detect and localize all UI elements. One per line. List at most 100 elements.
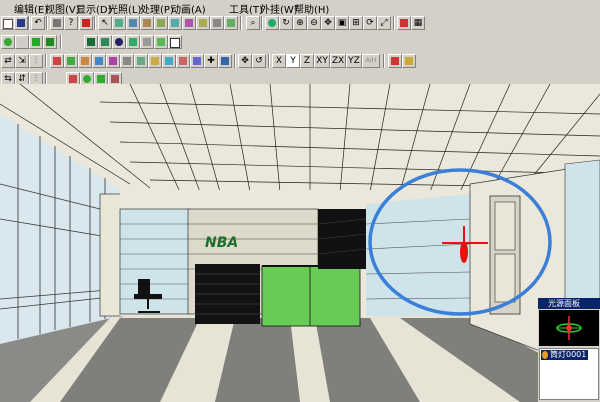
axis-z-button[interactable]: Z	[300, 54, 314, 68]
toolbar-separator	[60, 35, 62, 49]
adjust-light-icon[interactable]	[218, 54, 232, 68]
grey-box-icon[interactable]	[140, 35, 154, 49]
frame-icon[interactable]	[168, 35, 182, 49]
far-right-window	[564, 159, 600, 315]
light-item-label: 筒灯0001	[550, 350, 587, 359]
toolbar-separator	[268, 54, 270, 68]
orbit-icon[interactable]: ↻	[279, 16, 293, 30]
new-file-icon[interactable]	[1, 16, 15, 30]
zoom-window-icon[interactable]: ▣	[335, 16, 349, 30]
camera-icon[interactable]	[397, 16, 411, 30]
menu-tools[interactable]: 工具(T)	[229, 1, 263, 16]
toolbar-objects	[84, 34, 204, 50]
light-panel-title: 光源面板	[538, 298, 600, 309]
help-icon[interactable]: ?	[64, 16, 78, 30]
object-tool-7-icon[interactable]	[196, 16, 210, 30]
menu-plugins[interactable]: 外挂(W)	[260, 1, 298, 16]
add-light-icon[interactable]: ✚	[204, 54, 218, 68]
edit-tool-8-icon[interactable]	[148, 54, 162, 68]
zoom-in-icon[interactable]: ⊕	[293, 16, 307, 30]
edit-tool-2-icon[interactable]	[64, 54, 78, 68]
split-icon[interactable]: ⫶	[29, 54, 43, 68]
axis-y-button[interactable]: Y	[286, 54, 300, 68]
axis-xy-button[interactable]: XY	[314, 54, 330, 68]
light-preview	[539, 310, 599, 346]
edit-tool-6-icon[interactable]	[120, 54, 134, 68]
light-list[interactable]: 筒灯0001	[539, 348, 599, 400]
window-icon[interactable]: ▦	[411, 16, 425, 30]
light-preview-graphic	[556, 316, 582, 340]
zoom-extents-icon[interactable]: ⊞	[349, 16, 363, 30]
toolbar-separator	[94, 16, 96, 30]
edit-tool-1-icon[interactable]	[50, 54, 64, 68]
eye-icon[interactable]	[265, 16, 279, 30]
print-icon[interactable]	[50, 16, 64, 30]
zoom-icon[interactable]: ⌕	[246, 16, 260, 30]
edit-tool-3-icon[interactable]	[78, 54, 92, 68]
edit-tool-10-icon[interactable]	[176, 54, 190, 68]
object-tool-4-icon[interactable]	[154, 16, 168, 30]
toolbar-separator	[393, 16, 395, 30]
menu-edit[interactable]: 编辑(E)	[14, 1, 48, 16]
box-icon[interactable]	[84, 35, 98, 49]
smooth-shade-icon[interactable]	[43, 35, 57, 49]
pan-icon[interactable]: ✥	[321, 16, 335, 30]
object-tool-6-icon[interactable]	[182, 16, 196, 30]
axis-ah-button[interactable]: A/H	[362, 54, 380, 68]
scale-icon[interactable]: ⇲	[15, 54, 29, 68]
axis-x-button[interactable]: X	[272, 54, 286, 68]
paint-icon[interactable]	[402, 54, 416, 68]
edit-tool-9-icon[interactable]	[162, 54, 176, 68]
light-list-item[interactable]: 筒灯0001	[541, 350, 589, 360]
cylinder-icon[interactable]	[98, 35, 112, 49]
toolbar-separator	[240, 16, 242, 30]
menu-view[interactable]: 视图(V)	[45, 1, 80, 16]
dark-doorway	[318, 209, 366, 269]
undo-icon[interactable]: ↶	[31, 16, 45, 30]
green-glass-panel	[261, 265, 361, 327]
logo-text: NBA	[205, 235, 238, 251]
toolbar-separator	[46, 16, 48, 30]
scene-render: NBA	[0, 84, 600, 402]
zoom-out-icon[interactable]: ⊖	[307, 16, 321, 30]
menu-animation[interactable]: 动画(A)	[171, 1, 206, 16]
fit-icon[interactable]: ⤢	[377, 16, 391, 30]
save-icon[interactable]	[14, 16, 28, 30]
select-arrow-icon[interactable]: ↖	[98, 16, 112, 30]
toolbar-separator	[234, 54, 236, 68]
properties-icon[interactable]	[388, 54, 402, 68]
object-tool-1-icon[interactable]	[112, 16, 126, 30]
toolbar-separator	[383, 54, 385, 68]
toolbar-separator	[28, 16, 30, 30]
object-tool-3-icon[interactable]	[140, 16, 154, 30]
edit-tool-11-icon[interactable]	[190, 54, 204, 68]
rotate-icon[interactable]: ⟳	[363, 16, 377, 30]
material-icon[interactable]	[126, 35, 140, 49]
menu-lighting[interactable]: 光照(L)	[108, 1, 141, 16]
wireframe-icon[interactable]	[1, 35, 15, 49]
edit-tool-4-icon[interactable]	[92, 54, 106, 68]
texture-icon[interactable]	[154, 35, 168, 49]
edit-tool-7-icon[interactable]	[134, 54, 148, 68]
axis-yz-button[interactable]: YZ	[346, 54, 362, 68]
flat-shade-icon[interactable]	[29, 35, 43, 49]
object-tool-9-icon[interactable]	[224, 16, 238, 30]
rotate-axis-icon[interactable]: ↺	[252, 54, 266, 68]
viewport-3d[interactable]: NBA	[0, 84, 600, 402]
menu-display[interactable]: 显示(D)	[76, 1, 112, 16]
axis-zx-button[interactable]: ZX	[330, 54, 346, 68]
object-tool-8-icon[interactable]	[210, 16, 224, 30]
render-icon[interactable]	[79, 16, 93, 30]
menu-help[interactable]: 帮助(H)	[294, 1, 329, 16]
menu-process[interactable]: 处理(P)	[140, 1, 174, 16]
toolbar-main: ↶ ? ↖ ⌕ ↻ ⊕ ⊖ ✥ ▣ ⊞ ⟳ ⤢ ▦	[0, 15, 600, 31]
move-axis-icon[interactable]: ✥	[238, 54, 252, 68]
object-tool-5-icon[interactable]	[168, 16, 182, 30]
sphere-icon[interactable]	[112, 35, 126, 49]
object-tool-2-icon[interactable]	[126, 16, 140, 30]
left-column	[99, 193, 123, 317]
move-icon[interactable]: ⇄	[1, 54, 15, 68]
hidden-line-icon[interactable]	[15, 35, 29, 49]
edit-tool-5-icon[interactable]	[106, 54, 120, 68]
toolbar-separator	[261, 16, 263, 30]
